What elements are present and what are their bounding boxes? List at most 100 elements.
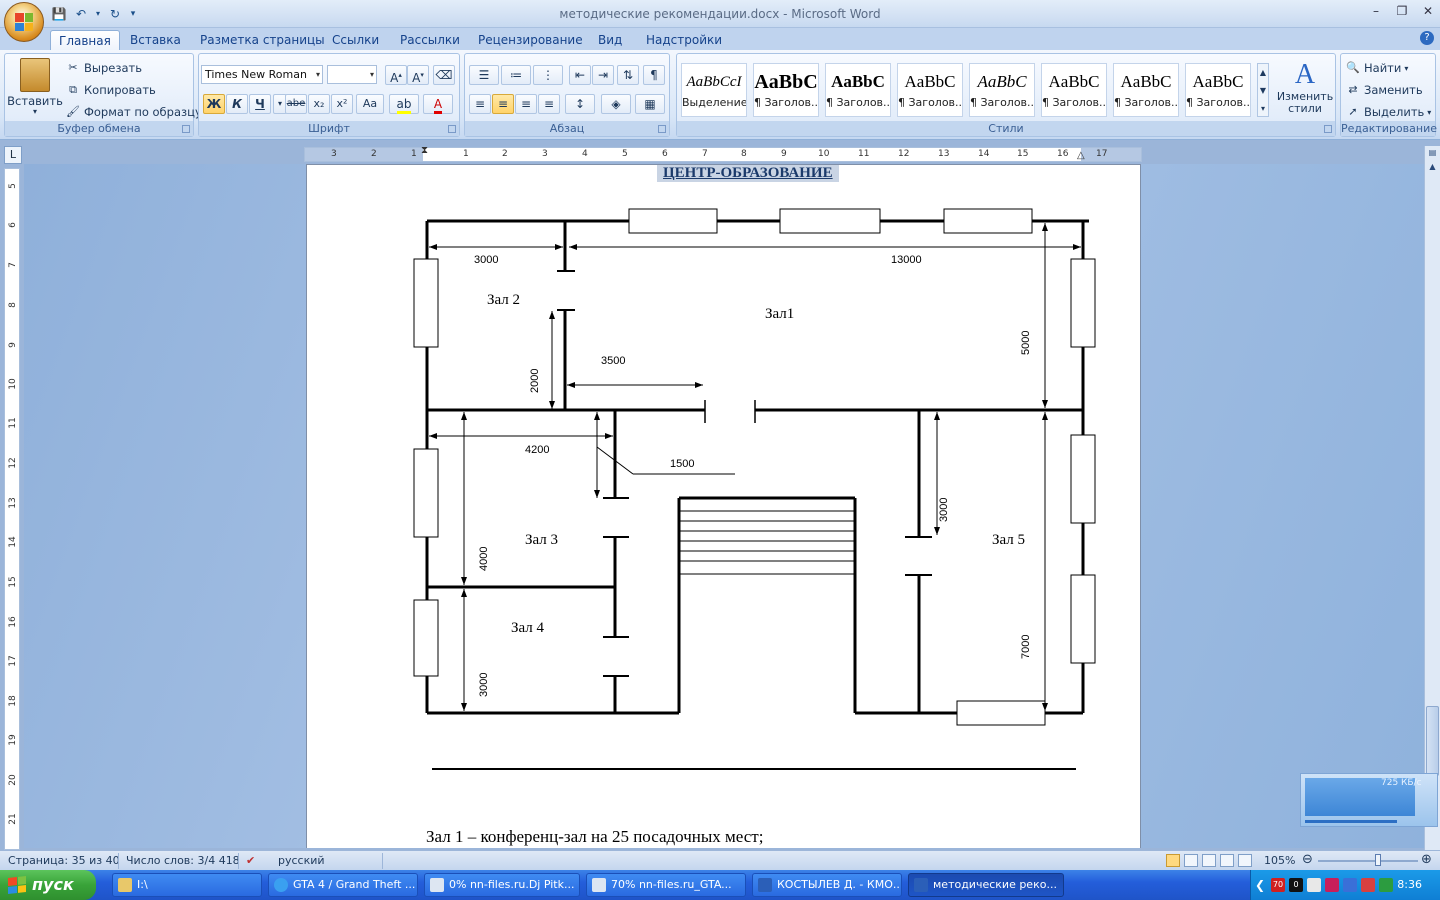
- network-monitor-widget[interactable]: 725 КБ/с: [1300, 773, 1438, 827]
- highlight-button[interactable]: ab: [389, 94, 419, 114]
- full-screen-view-icon[interactable]: [1184, 854, 1198, 867]
- style-heading-2[interactable]: AaBbC ¶ Заголов...: [825, 63, 891, 117]
- style-heading-4[interactable]: AaBbC ¶ Заголов...: [969, 63, 1035, 117]
- right-indent-marker-icon[interactable]: △: [1077, 150, 1085, 161]
- style-heading-1[interactable]: AaBbC ¶ Заголов...: [753, 63, 819, 117]
- decrease-indent-button[interactable]: ⇤: [569, 65, 591, 85]
- spelling-icon[interactable]: ✔: [246, 854, 255, 867]
- taskbar-item-download-1[interactable]: 0% nn-files.ru.Dj Pitk...: [424, 873, 580, 897]
- taskbar-item-word-doc-2[interactable]: методические реко...: [908, 873, 1064, 897]
- font-size-combo[interactable]: ▾: [327, 65, 377, 84]
- scroll-up-icon[interactable]: ▲: [1426, 162, 1439, 175]
- tray-badge2-icon[interactable]: 0: [1289, 878, 1303, 892]
- clipboard-launcher-icon[interactable]: [182, 125, 190, 133]
- close-button[interactable]: ✕: [1422, 4, 1434, 18]
- app-icon[interactable]: [1325, 878, 1339, 892]
- scroll-thumb[interactable]: [1426, 706, 1439, 776]
- shrink-font-button[interactable]: A▾: [407, 65, 429, 85]
- align-left-button[interactable]: ≡: [469, 94, 491, 114]
- restore-button[interactable]: ❐: [1396, 4, 1408, 18]
- italic-button[interactable]: К: [226, 94, 248, 114]
- font-name-combo[interactable]: Times New Roman ▾: [201, 65, 323, 84]
- tab-insert[interactable]: Вставка: [122, 30, 189, 50]
- draft-view-icon[interactable]: [1238, 854, 1252, 867]
- style-emphasis[interactable]: AaBbCcI Выделение: [681, 63, 747, 117]
- zoom-in-icon[interactable]: ⊕: [1421, 852, 1432, 867]
- tray-app-icon[interactable]: [1379, 878, 1393, 892]
- format-painter-button[interactable]: 🖌 Формат по образцу: [65, 104, 202, 120]
- tab-selector[interactable]: L: [4, 146, 22, 164]
- zoom-level[interactable]: 105%: [1264, 854, 1295, 867]
- zoom-slider-thumb[interactable]: [1375, 854, 1381, 866]
- change-case-button[interactable]: Aa: [356, 94, 384, 114]
- multilevel-list-button[interactable]: ⋮: [533, 65, 563, 85]
- minimize-button[interactable]: –: [1370, 4, 1382, 18]
- replace-button[interactable]: ⇄ Заменить: [1345, 82, 1422, 98]
- shading-button[interactable]: ◈: [601, 94, 631, 114]
- sort-button[interactable]: ⇅: [617, 65, 639, 85]
- bold-button[interactable]: Ж: [203, 94, 225, 114]
- zoom-out-icon[interactable]: ⊖: [1302, 852, 1313, 867]
- line-spacing-button[interactable]: ↕: [565, 94, 595, 114]
- align-right-button[interactable]: ≡: [515, 94, 537, 114]
- language[interactable]: русский: [278, 854, 325, 867]
- zoom-slider[interactable]: [1318, 860, 1418, 862]
- antivirus-icon[interactable]: [1361, 878, 1375, 892]
- align-center-button[interactable]: ≡: [492, 94, 514, 114]
- styles-launcher-icon[interactable]: [1324, 125, 1332, 133]
- taskbar-item-folder[interactable]: I:\: [112, 873, 262, 897]
- taskbar-item-download-2[interactable]: 70% nn-files.ru_GTA...: [586, 873, 746, 897]
- styles-scroll[interactable]: ▲ ▼ ▾: [1257, 63, 1269, 117]
- horizontal-ruler[interactable]: 3 2 1 1 2 3 4 5 6 7 8 9 10 11 12 13 14 1…: [304, 145, 1142, 162]
- tab-addins[interactable]: Надстройки: [638, 30, 730, 50]
- paragraph-launcher-icon[interactable]: [658, 125, 666, 133]
- print-layout-view-icon[interactable]: [1166, 854, 1180, 867]
- tray-expand-icon[interactable]: ❮: [1253, 878, 1267, 892]
- borders-button[interactable]: ▦: [635, 94, 665, 114]
- tab-review[interactable]: Рецензирование: [470, 30, 591, 50]
- outline-view-icon[interactable]: [1220, 854, 1234, 867]
- tray-badge-icon[interactable]: 70: [1271, 878, 1285, 892]
- tab-page-layout[interactable]: Разметка страницы: [192, 30, 333, 50]
- paste-button[interactable]: Вставить ▾: [7, 58, 63, 116]
- font-launcher-icon[interactable]: [448, 125, 456, 133]
- taskbar-item-word-doc-1[interactable]: КОСТЫЛЕВ Д. - КМО...: [752, 873, 902, 897]
- ruler-toggle-icon[interactable]: ▤: [1426, 148, 1439, 161]
- font-color-button[interactable]: A: [423, 94, 453, 114]
- find-button[interactable]: 🔍 Найти ▾: [1345, 60, 1408, 76]
- tab-references[interactable]: Ссылки: [324, 30, 387, 50]
- taskbar-item-browser-gta[interactable]: GTA 4 / Grand Theft ...: [268, 873, 418, 897]
- clear-format-button[interactable]: ⌫: [433, 65, 455, 85]
- style-heading-5[interactable]: AaBbC ¶ Заголов...: [1041, 63, 1107, 117]
- underline-button[interactable]: Ч: [249, 94, 271, 114]
- web-view-icon[interactable]: [1202, 854, 1216, 867]
- strikethrough-button[interactable]: abe: [285, 94, 307, 114]
- style-heading-6[interactable]: AaBbC ¶ Заголов...: [1113, 63, 1179, 117]
- tab-mailings[interactable]: Рассылки: [392, 30, 468, 50]
- style-heading-7[interactable]: AaBbC ¶ Заголов...: [1185, 63, 1251, 117]
- select-button[interactable]: ➚ Выделить ▾: [1345, 104, 1431, 120]
- bullets-button[interactable]: ☰: [469, 65, 499, 85]
- copy-button[interactable]: ⧉ Копировать: [65, 82, 156, 98]
- help-icon[interactable]: ?: [1420, 31, 1434, 45]
- cut-button[interactable]: ✂ Вырезать: [65, 60, 142, 76]
- document-page[interactable]: ЦЕНТР-ОБРАЗОВАНИЕ Зал 2 Зал1 Зал 3 Зал 4…: [306, 164, 1141, 848]
- office-button[interactable]: [4, 2, 44, 42]
- numbering-button[interactable]: ≔: [501, 65, 531, 85]
- vertical-scrollbar[interactable]: ▤ ▲ ⇞ ● ⇟: [1424, 146, 1440, 850]
- start-button[interactable]: пуск: [0, 870, 96, 900]
- page-count[interactable]: Страница: 35 из 40: [8, 854, 120, 867]
- subscript-button[interactable]: x₂: [308, 94, 330, 114]
- tab-view[interactable]: Вид: [590, 30, 630, 50]
- change-styles-button[interactable]: A Изменить стили: [1275, 60, 1335, 115]
- indent-marker-icon[interactable]: ⧗: [421, 145, 428, 156]
- download-manager-icon[interactable]: [1343, 878, 1357, 892]
- clock[interactable]: 8:36: [1397, 878, 1422, 891]
- justify-button[interactable]: ≡: [538, 94, 560, 114]
- network-icon[interactable]: [1307, 878, 1321, 892]
- grow-font-button[interactable]: A▴: [385, 65, 407, 85]
- vertical-ruler[interactable]: 5 6 7 8 9 10 11 12 13 14 15 16 17 18 19 …: [4, 168, 20, 850]
- style-heading-3[interactable]: AaBbC ¶ Заголов...: [897, 63, 963, 117]
- show-marks-button[interactable]: ¶: [643, 65, 665, 85]
- superscript-button[interactable]: x²: [331, 94, 353, 114]
